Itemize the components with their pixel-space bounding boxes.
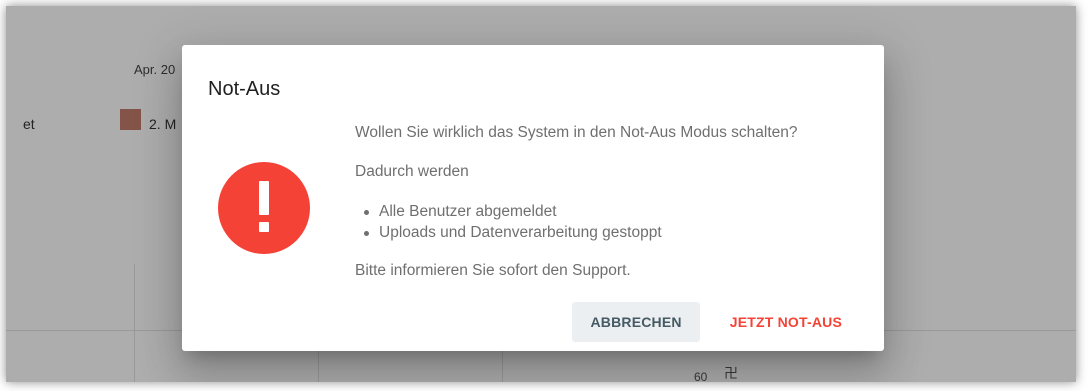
consequence-list: Alle Benutzer abgemeldet Uploads und Dat… xyxy=(355,201,662,243)
bullet-icon xyxy=(364,210,369,215)
dialog-intro: Dadurch werden xyxy=(355,163,469,180)
window-frame: Apr. 20 et 2. M 60 卍 Not-Aus Wollen Sie … xyxy=(6,6,1076,382)
list-item-text: Alle Benutzer abgemeldet xyxy=(379,203,557,220)
list-item: Uploads und Datenverarbeitung gestoppt xyxy=(355,222,662,243)
alert-exclamation-icon xyxy=(218,162,310,254)
dialog-title: Not-Aus xyxy=(208,78,281,100)
dialog-question: Wollen Sie wirklich das System in den No… xyxy=(355,124,798,141)
bullet-icon xyxy=(364,231,369,236)
list-item: Alle Benutzer abgemeldet xyxy=(355,201,662,222)
dialog-actions: ABBRECHEN JETZT NOT-AUS xyxy=(572,302,860,342)
list-item-text: Uploads und Datenverarbeitung gestoppt xyxy=(379,224,662,241)
emergency-stop-dialog: Not-Aus Wollen Sie wirklich das System i… xyxy=(182,45,884,351)
cancel-button[interactable]: ABBRECHEN xyxy=(572,302,700,342)
confirm-emergency-stop-button[interactable]: JETZT NOT-AUS xyxy=(712,302,860,342)
support-note: Bitte informieren Sie sofort den Support… xyxy=(355,262,631,279)
